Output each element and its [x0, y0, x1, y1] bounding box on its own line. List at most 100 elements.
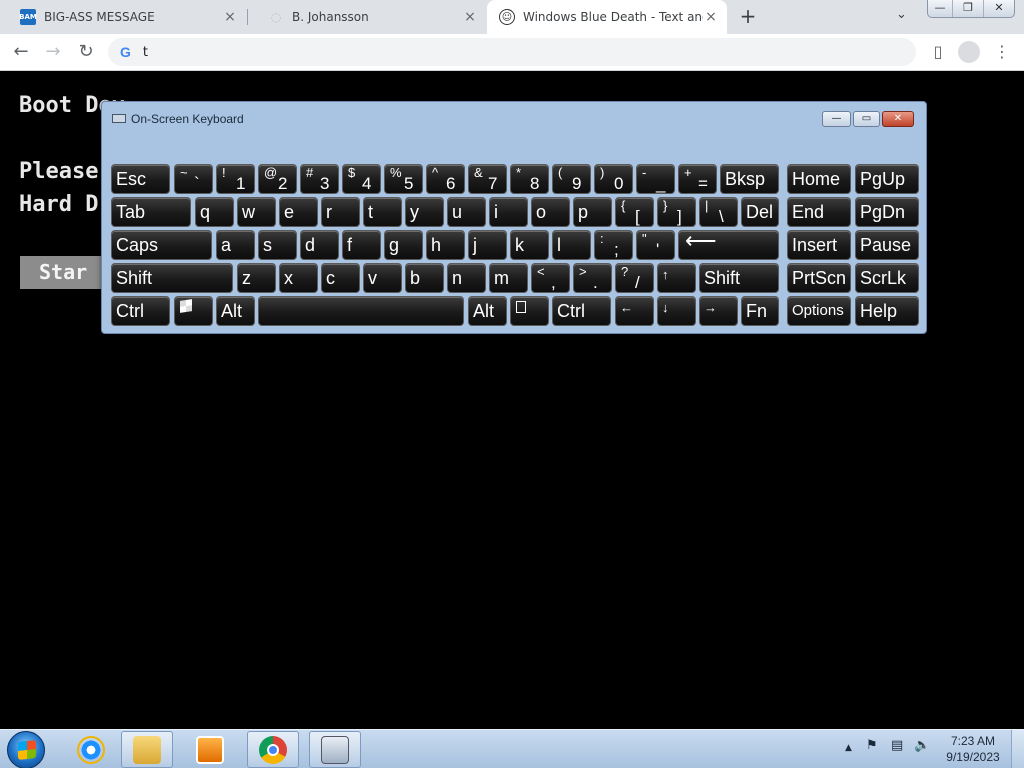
key-slash[interactable]: ? / [615, 263, 654, 293]
key-enter[interactable]: ⟵ [678, 230, 779, 260]
browser-menu-icon[interactable]: ⋮ [992, 41, 1012, 63]
key-options[interactable]: Options [787, 296, 851, 326]
address-bar[interactable]: G t [108, 38, 916, 66]
chrome-icon[interactable] [247, 731, 299, 768]
media-player-icon[interactable] [184, 731, 236, 768]
key-up[interactable]: ↑ [657, 263, 696, 293]
key-fn[interactable]: Fn [741, 296, 779, 326]
key-equals[interactable]: + = [678, 164, 717, 194]
key-pgup[interactable]: PgUp [855, 164, 919, 194]
close-tab-icon[interactable]: × [462, 9, 478, 25]
key-tilde[interactable]: ~ ` [174, 164, 213, 194]
key-pause[interactable]: Pause [855, 230, 919, 260]
key-lshift[interactable]: Shift [111, 263, 233, 293]
action-center-flag-icon[interactable]: ⚑ [866, 738, 878, 753]
key-bksp[interactable]: Bksp [720, 164, 779, 194]
key-help[interactable]: Help [855, 296, 919, 326]
volume-muted-icon[interactable]: 🔈 [914, 738, 930, 753]
clock[interactable]: 7:23 AM 9/19/2023 [940, 733, 1006, 765]
key-lctrl[interactable]: Ctrl [111, 296, 170, 326]
osk-close-button[interactable]: ✕ [882, 111, 914, 127]
key-menu[interactable] [510, 296, 549, 326]
file-explorer-icon[interactable] [121, 731, 173, 768]
key-insert[interactable]: Insert [787, 230, 851, 260]
key-1[interactable]: ! 1 [216, 164, 255, 194]
minimize-window-button[interactable]: — [928, 0, 952, 17]
new-tab-button[interactable]: + [737, 5, 759, 27]
key-tab[interactable]: Tab [111, 197, 191, 227]
internet-explorer-icon[interactable] [65, 731, 117, 768]
key-9[interactable]: (9 [552, 164, 591, 194]
key-r[interactable]: r [321, 197, 360, 227]
key-period[interactable]: >. [573, 263, 612, 293]
key-8[interactable]: * 8 [510, 164, 549, 194]
key-comma[interactable]: <, [531, 263, 570, 293]
key-s[interactable]: s [258, 230, 297, 260]
key-c[interactable]: c [321, 263, 360, 293]
key-e[interactable]: e [279, 197, 318, 227]
key-5[interactable]: % 5 [384, 164, 423, 194]
key-t[interactable]: t [363, 197, 402, 227]
key-o[interactable]: o [531, 197, 570, 227]
key-caps[interactable]: Caps [111, 230, 212, 260]
close-tab-icon[interactable]: × [222, 9, 238, 25]
key-u[interactable]: u [447, 197, 486, 227]
key-m[interactable]: m [489, 263, 528, 293]
restore-window-button[interactable]: ❐ [952, 0, 983, 17]
key-w[interactable]: w [237, 197, 276, 227]
key-f[interactable]: f [342, 230, 381, 260]
key-space[interactable] [258, 296, 464, 326]
osk-title-bar[interactable]: On-Screen Keyboard — ▭ ✕ [102, 102, 926, 134]
key-q[interactable]: q [195, 197, 234, 227]
key-3[interactable]: #3 [300, 164, 339, 194]
show-hidden-icons-button[interactable]: ▲ [845, 743, 852, 753]
key-7[interactable]: & 7 [468, 164, 507, 194]
key-left[interactable]: ← [615, 296, 654, 326]
key-right[interactable]: → [699, 296, 738, 326]
key-b[interactable]: b [405, 263, 444, 293]
forward-arrow-icon[interactable]: → [41, 40, 65, 64]
key-down[interactable]: ↓ [657, 296, 696, 326]
osk-minimize-button[interactable]: — [822, 111, 851, 127]
tab-b-johansson[interactable]: ◌ B. Johansson × [248, 0, 486, 34]
key-scrlk[interactable]: ScrLk [855, 263, 919, 293]
network-icon[interactable]: ▤ [891, 738, 903, 753]
key-semicolon[interactable]: :; [594, 230, 633, 260]
key-p[interactable]: p [573, 197, 612, 227]
key-i[interactable]: i [489, 197, 528, 227]
key-y[interactable]: y [405, 197, 444, 227]
close-tab-icon[interactable]: × [703, 9, 719, 25]
key-a[interactable]: a [216, 230, 255, 260]
key-l[interactable]: l [552, 230, 591, 260]
key-backslash[interactable]: | \ [699, 197, 738, 227]
key-n[interactable]: n [447, 263, 486, 293]
reload-icon[interactable]: ↻ [74, 40, 98, 64]
osk-restore-button[interactable]: ▭ [853, 111, 880, 127]
key-esc[interactable]: Esc [111, 164, 170, 194]
key-pgdn[interactable]: PgDn [855, 197, 919, 227]
key-rbracket[interactable]: }] [657, 197, 696, 227]
show-desktop-button[interactable] [1011, 730, 1024, 768]
key-h[interactable]: h [426, 230, 465, 260]
start-orb-windows-icon[interactable] [7, 731, 45, 768]
key-v[interactable]: v [363, 263, 402, 293]
key-quote[interactable]: " ' [636, 230, 675, 260]
back-arrow-icon[interactable]: ← [9, 40, 33, 64]
key-minus[interactable]: - _ [636, 164, 675, 194]
key-d[interactable]: d [300, 230, 339, 260]
key-rctrl[interactable]: Ctrl [552, 296, 611, 326]
key-rshift[interactable]: Shift [699, 263, 779, 293]
close-window-button[interactable]: ✕ [983, 0, 1014, 17]
tab-search-chevron-down-icon[interactable]: ⌄ [896, 7, 907, 22]
key-lbracket[interactable]: {[ [615, 197, 654, 227]
key-x[interactable]: x [279, 263, 318, 293]
key-2[interactable]: @2 [258, 164, 297, 194]
on-screen-keyboard-icon[interactable] [309, 731, 361, 768]
key-g[interactable]: g [384, 230, 423, 260]
tab-big-ass-message[interactable]: BAM BIG-ASS MESSAGE × [0, 0, 246, 34]
key-home[interactable]: Home [787, 164, 851, 194]
key-0[interactable]: ) 0 [594, 164, 633, 194]
profile-avatar-icon[interactable] [958, 41, 980, 63]
key-j[interactable]: j [468, 230, 507, 260]
key-4[interactable]: $4 [342, 164, 381, 194]
